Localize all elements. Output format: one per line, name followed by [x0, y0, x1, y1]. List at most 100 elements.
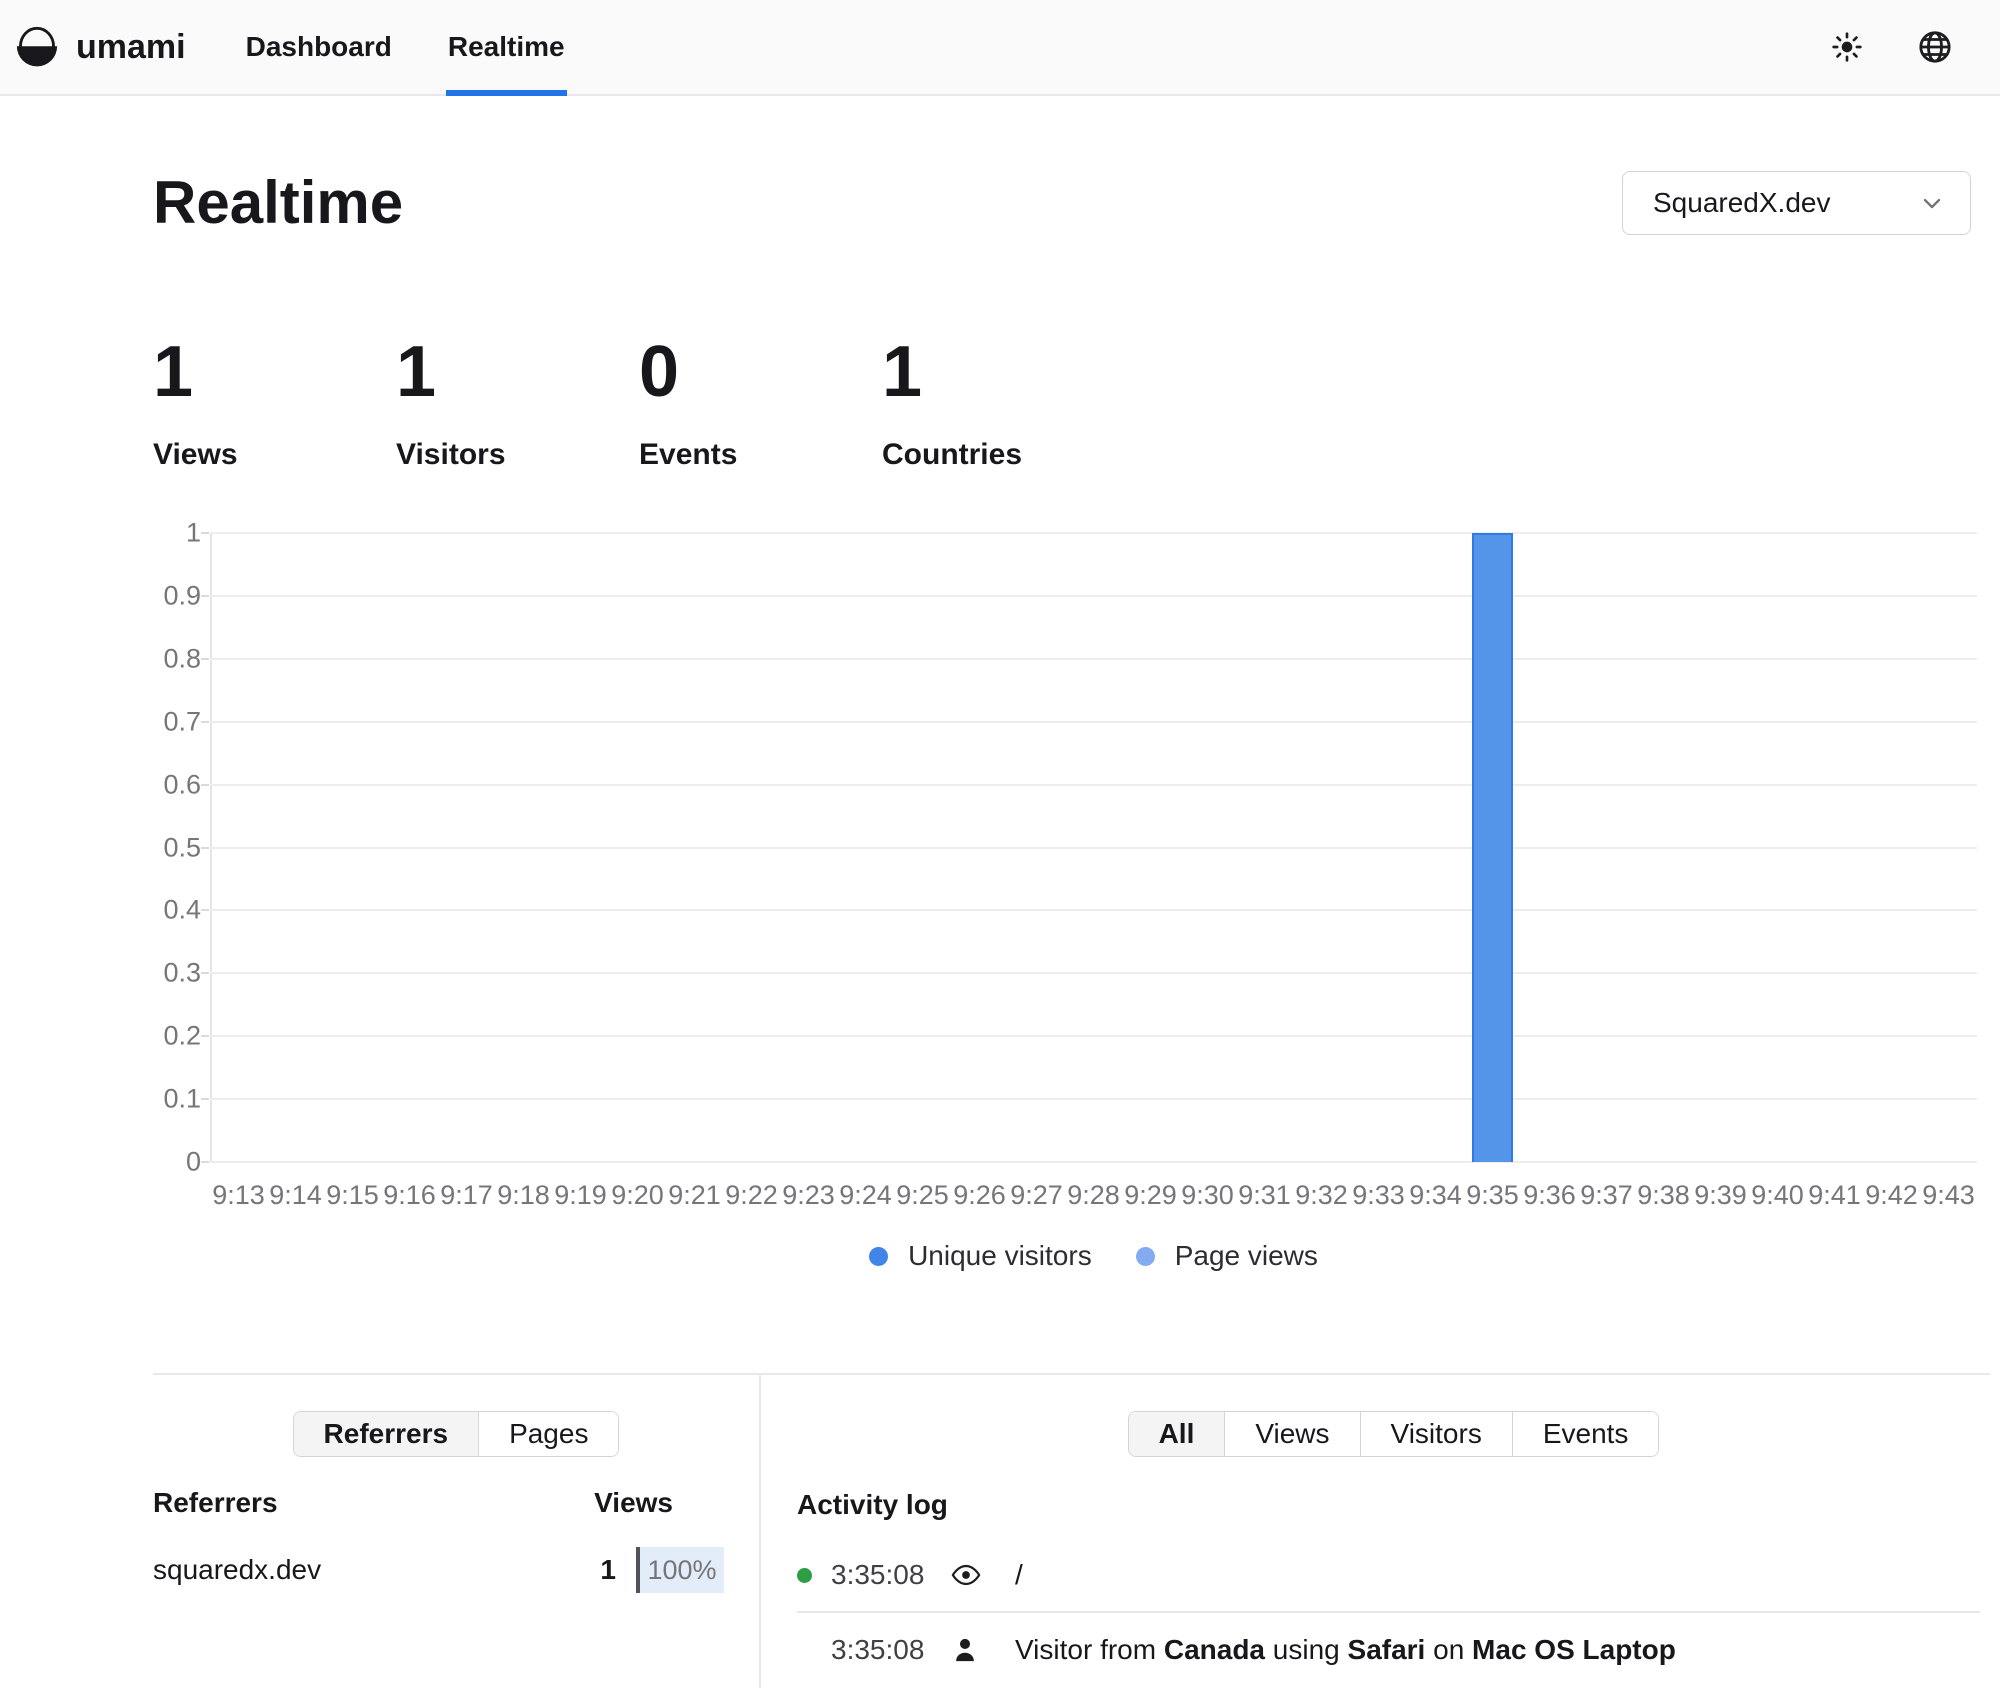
x-axis-label: 9:32	[1295, 1180, 1348, 1211]
x-axis-label: 9:16	[383, 1180, 436, 1211]
column-header-views: Views	[594, 1487, 673, 1519]
activity-filter-tabs: AllViewsVisitorsEvents	[1128, 1411, 1660, 1457]
x-axis-label: 9:13	[212, 1180, 265, 1211]
live-dot-icon	[797, 1568, 812, 1583]
website-select-value: SquaredX.dev	[1653, 187, 1830, 219]
stat-countries: 1 Countries	[882, 336, 1125, 472]
x-axis-label: 9:37	[1580, 1180, 1633, 1211]
gridline	[210, 909, 1977, 911]
stat-label: Countries	[882, 438, 1125, 472]
stat-events: 0 Events	[639, 336, 882, 472]
y-axis-label: 0.8	[153, 643, 201, 674]
x-axis-label: 9:27	[1010, 1180, 1063, 1211]
bottom-section: ReferrersPages Referrers Views squaredx.…	[153, 1373, 1990, 1688]
gridline	[210, 532, 1977, 534]
x-axis-label: 9:18	[497, 1180, 550, 1211]
legend-label: Page views	[1175, 1240, 1318, 1272]
entry-time: 3:35:08	[831, 1559, 921, 1591]
gridline	[210, 721, 1977, 723]
stat-label: Events	[639, 438, 882, 472]
theme-toggle-button[interactable]	[1820, 20, 1874, 74]
activity-entry: 3:35:08Visitor from Canada using Safari …	[797, 1613, 1980, 1687]
realtime-chart: Unique visitorsPage views 10.90.80.70.60…	[153, 500, 1977, 1290]
x-axis-label: 9:42	[1865, 1180, 1918, 1211]
stat-value: 1	[153, 336, 396, 408]
main-nav: Dashboard Realtime	[244, 0, 619, 94]
y-axis-label: 0.3	[153, 958, 201, 989]
referrer-views-value: 1	[600, 1554, 616, 1586]
referrers-panel: ReferrersPages Referrers Views squaredx.…	[153, 1375, 761, 1688]
chart-legend: Unique visitors Page views	[210, 1240, 1977, 1272]
bar-9-35[interactable]	[1472, 533, 1513, 1162]
entry-text-part: using	[1265, 1634, 1348, 1665]
y-axis-tick	[201, 595, 209, 597]
filter-views[interactable]: Views	[1224, 1412, 1359, 1456]
gridline	[210, 1161, 1977, 1163]
nav-item-dashboard[interactable]: Dashboard	[244, 0, 394, 94]
x-axis-label: 9:33	[1352, 1180, 1405, 1211]
website-select[interactable]: SquaredX.dev	[1622, 171, 1971, 235]
activity-log-title: Activity log	[797, 1489, 1990, 1521]
referrer-percent-badge: 100%	[636, 1547, 724, 1593]
y-axis-tick	[201, 909, 209, 911]
y-axis-tick	[201, 972, 209, 974]
referrer-link[interactable]: squaredx.dev	[153, 1554, 600, 1586]
brand-name: umami	[76, 28, 186, 67]
referrers-table-header: Referrers Views	[153, 1487, 759, 1519]
activity-entry: 3:35:08 /	[797, 1539, 1980, 1613]
gridline	[210, 1035, 1977, 1037]
filter-all[interactable]: All	[1129, 1412, 1225, 1456]
toggle-pages[interactable]: Pages	[478, 1412, 618, 1456]
toggle-referrers[interactable]: Referrers	[294, 1412, 479, 1456]
referrers-table-body: squaredx.dev1 100%	[153, 1547, 759, 1593]
y-axis-tick	[201, 532, 209, 534]
person-icon	[951, 1636, 981, 1664]
y-axis-label: 1	[153, 518, 201, 549]
filter-events[interactable]: Events	[1512, 1412, 1659, 1456]
y-axis-label: 0.9	[153, 580, 201, 611]
legend-item-page-views[interactable]: Page views	[1136, 1240, 1318, 1272]
y-axis-tick	[201, 1098, 209, 1100]
x-axis-label: 9:17	[440, 1180, 493, 1211]
gridline	[210, 847, 1977, 849]
x-axis-label: 9:15	[326, 1180, 379, 1211]
x-axis-label: 9:29	[1124, 1180, 1177, 1211]
stat-value: 0	[639, 336, 882, 408]
stat-label: Views	[153, 438, 396, 472]
x-axis-label: 9:38	[1637, 1180, 1690, 1211]
x-axis-label: 9:34	[1409, 1180, 1462, 1211]
umami-logo-link[interactable]: umami	[14, 24, 186, 70]
entry-text-part: Visitor from	[1015, 1634, 1164, 1665]
filter-visitors[interactable]: Visitors	[1360, 1412, 1512, 1456]
header-actions	[1820, 20, 1962, 74]
x-axis-label: 9:20	[611, 1180, 664, 1211]
y-axis-label: 0.7	[153, 706, 201, 737]
x-axis-label: 9:28	[1067, 1180, 1120, 1211]
stat-value: 1	[882, 336, 1125, 408]
y-axis-tick	[201, 847, 209, 849]
x-axis-label: 9:25	[896, 1180, 949, 1211]
y-axis-label: 0.5	[153, 832, 201, 863]
activity-log-list: 3:35:08 / 3:35:08Visitor from Canada using…	[797, 1539, 1980, 1687]
entry-text-part: Canada	[1164, 1634, 1265, 1665]
y-axis-label: 0.2	[153, 1021, 201, 1052]
legend-item-unique-visitors[interactable]: Unique visitors	[869, 1240, 1092, 1272]
realtime-stats: 1Views1Visitors0Events1Countries	[153, 336, 1125, 472]
entry-page-link[interactable]: /	[1015, 1559, 1023, 1590]
language-button[interactable]	[1908, 20, 1962, 74]
activity-panel: AllViewsVisitorsEvents Activity log 3:35…	[761, 1375, 1990, 1688]
legend-dot-icon	[869, 1247, 888, 1266]
page-head: Realtime SquaredX.dev	[153, 168, 1971, 237]
y-axis-tick	[201, 658, 209, 660]
y-axis-tick	[201, 1161, 209, 1163]
y-axis-label: 0	[153, 1147, 201, 1178]
gridline	[210, 784, 1977, 786]
x-axis-label: 9:40	[1751, 1180, 1804, 1211]
x-axis-label: 9:24	[839, 1180, 892, 1211]
stat-label: Visitors	[396, 438, 639, 472]
chevron-down-icon	[1918, 189, 1946, 217]
gridline	[210, 595, 1977, 597]
page-title: Realtime	[153, 168, 403, 237]
x-axis-label: 9:19	[554, 1180, 607, 1211]
nav-item-realtime[interactable]: Realtime	[446, 0, 567, 94]
